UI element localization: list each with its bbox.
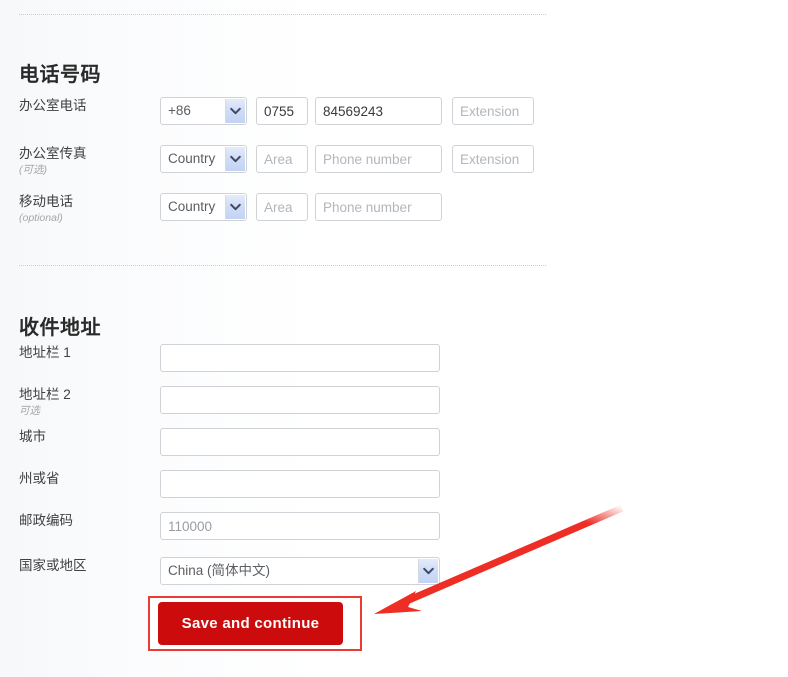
fax-extension-input[interactable] [452, 145, 534, 173]
optional-note: (可选) [19, 164, 47, 176]
address-line2-label: 地址栏 2 可选 [19, 386, 154, 417]
mobile-number-input[interactable] [315, 193, 442, 221]
address-country-select[interactable]: China (简体中文) [160, 557, 440, 585]
label-text: 办公室传真 [19, 146, 87, 161]
address-country-value: China (简体中文) [168, 563, 271, 578]
address-row-postal: 邮政编码 [0, 512, 788, 544]
phone-row-fax-label: 办公室传真 (可选) [19, 145, 154, 176]
office-phone-area-input[interactable] [256, 97, 308, 125]
fax-country-select[interactable]: Country [160, 145, 247, 173]
label-text: 州或省 [19, 471, 60, 486]
chevron-down-icon[interactable] [225, 99, 245, 123]
address-line1-input[interactable] [160, 344, 440, 372]
label-text: 办公室电话 [19, 98, 87, 113]
section-divider-top [19, 14, 546, 15]
office-phone-number-input[interactable] [315, 97, 442, 125]
mobile-country-value: Country [168, 199, 216, 214]
label-text: 移动电话 [19, 194, 73, 209]
address-city-label: 城市 [19, 428, 154, 446]
office-phone-country-select[interactable]: +86 [160, 97, 247, 125]
phone-row-mobile: 移动电话 (optional) Country [0, 193, 788, 225]
optional-note: (optional) [19, 212, 63, 224]
address-row-line1: 地址栏 1 [0, 344, 788, 376]
address-postal-label: 邮政编码 [19, 512, 154, 530]
phone-row-mobile-label: 移动电话 (optional) [19, 193, 154, 224]
office-phone-country-value: +86 [168, 103, 191, 118]
address-country-label: 国家或地区 [19, 557, 154, 575]
address-row-line2: 地址栏 2 可选 [0, 386, 788, 418]
phone-section-heading: 电话号码 [19, 64, 101, 86]
fax-country-value: Country [168, 151, 216, 166]
office-phone-extension-input[interactable] [452, 97, 534, 125]
phone-row-fax: 办公室传真 (可选) Country [0, 145, 788, 177]
phone-row-office-label: 办公室电话 [19, 97, 154, 115]
mobile-area-input[interactable] [256, 193, 308, 221]
address-row-state: 州或省 [0, 470, 788, 502]
label-text: 地址栏 2 [19, 387, 71, 402]
label-text: 邮政编码 [19, 513, 73, 528]
save-and-continue-button[interactable]: Save and continue [158, 602, 343, 645]
mobile-country-select[interactable]: Country [160, 193, 247, 221]
address-row-country: 国家或地区 China (简体中文) [0, 557, 788, 589]
address-state-label: 州或省 [19, 470, 154, 488]
address-city-input[interactable] [160, 428, 440, 456]
address-line1-label: 地址栏 1 [19, 344, 154, 362]
section-divider-middle [19, 265, 546, 266]
label-text: 地址栏 1 [19, 345, 71, 360]
address-line2-input[interactable] [160, 386, 440, 414]
address-state-input[interactable] [160, 470, 440, 498]
address-postal-input[interactable] [160, 512, 440, 540]
account-form: 电话号码 办公室电话 +86 办公室传真 (可选) Country [0, 0, 788, 677]
phone-row-office: 办公室电话 +86 [0, 97, 788, 129]
fax-number-input[interactable] [315, 145, 442, 173]
optional-note: 可选 [19, 405, 40, 417]
chevron-down-icon[interactable] [225, 195, 245, 219]
address-row-city: 城市 [0, 428, 788, 460]
address-section-heading: 收件地址 [19, 317, 101, 339]
fax-area-input[interactable] [256, 145, 308, 173]
label-text: 国家或地区 [19, 558, 87, 573]
chevron-down-icon[interactable] [225, 147, 245, 171]
label-text: 城市 [19, 429, 46, 444]
chevron-down-icon[interactable] [418, 559, 438, 583]
